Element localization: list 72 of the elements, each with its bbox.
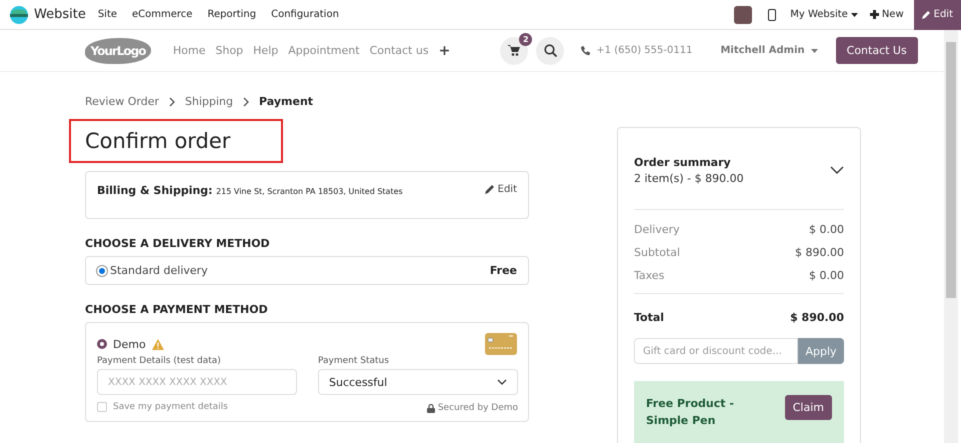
checkbox-label: Save my payment details	[113, 402, 228, 412]
search-button[interactable]	[536, 36, 564, 64]
cart-icon	[508, 45, 520, 56]
delivery-name: Standard delivery	[110, 264, 209, 277]
scrollbar-thumb[interactable]	[946, 42, 956, 298]
mobile-icon	[768, 8, 776, 20]
website-switcher[interactable]: My Website	[788, 9, 860, 20]
search-icon	[544, 44, 557, 57]
total-value: $ 890.00	[790, 311, 844, 324]
app-logo-icon	[10, 6, 28, 24]
secured-by-text: Secured by Demo	[438, 403, 518, 413]
field-label: Payment Status	[318, 356, 390, 366]
delivery-option[interactable]: Standard delivery Free	[85, 256, 529, 285]
scrollbar[interactable]	[944, 30, 958, 443]
add-menu-link[interactable]: +	[438, 44, 450, 58]
breadcrumb-item[interactable]: Review Order	[85, 95, 160, 108]
cart-count-badge: 2	[519, 32, 532, 46]
page-title: Confirm order	[85, 128, 232, 155]
chevron-right-icon	[169, 96, 176, 106]
nav-link[interactable]: Help	[253, 44, 278, 58]
app-name: Website	[34, 7, 86, 22]
total-label: Total	[634, 311, 664, 324]
phone-number: +1 (650) 555-0111	[596, 45, 692, 56]
checkbox[interactable]	[97, 402, 107, 412]
summary-title: Order summary	[634, 156, 732, 169]
user-menu[interactable]: Mitchell Admin	[714, 44, 824, 57]
breadcrumb-item[interactable]: Payment	[259, 95, 314, 108]
summary-value: $ 0.00	[809, 269, 844, 282]
caret-icon	[810, 48, 818, 52]
address-text: Billing & Shipping: 215 Vine St, Scranton PA 18503, United States	[97, 184, 403, 199]
chevron-down-icon	[830, 166, 844, 174]
payment-method-name: Demo	[113, 338, 146, 350]
menu-item[interactable]: eCommerce	[132, 9, 192, 20]
section-heading: CHOOSE A PAYMENT METHOD	[85, 303, 269, 316]
card-number-field[interactable]: XXXX XXXX XXXX XXXX	[97, 369, 297, 395]
plus-icon	[870, 10, 879, 19]
avatar-icon	[734, 6, 752, 24]
nav-link[interactable]: Home	[173, 44, 206, 58]
payment-status-dropdown[interactable]: Successful	[318, 369, 518, 395]
summary-label: Subtotal	[634, 246, 680, 259]
edit-button[interactable]: Edit	[914, 0, 961, 30]
item-count: 2 item(s) - $ 890.00	[634, 172, 744, 185]
menu-item[interactable]: Site	[98, 9, 118, 20]
menu-item[interactable]: Configuration	[271, 9, 339, 20]
nav-link[interactable]: Contact us	[370, 44, 429, 58]
nav-link[interactable]: Shop	[215, 44, 244, 58]
radio-button[interactable]	[97, 339, 107, 349]
lock-icon	[426, 404, 435, 412]
chevron-down-icon	[497, 379, 507, 385]
nav-link[interactable]: Appointment	[288, 44, 360, 58]
reward-title: Free Product - Simple Pen	[646, 396, 735, 429]
field-label: Payment Details (test data)	[97, 356, 222, 366]
breadcrumb-item[interactable]: Shipping	[185, 95, 234, 108]
discount-code-field[interactable]: Gift card or discount code...	[634, 338, 798, 364]
pencil-icon	[484, 184, 495, 194]
contact-us-button[interactable]: Contact Us	[836, 37, 918, 64]
summary-label: Delivery	[634, 223, 680, 236]
chevron-right-icon	[243, 96, 250, 106]
edit-address-link[interactable]: Edit	[484, 184, 517, 206]
warning-icon	[152, 338, 164, 350]
credit-card-icon	[485, 333, 517, 355]
menu-item[interactable]: Reporting	[207, 9, 256, 20]
pencil-icon	[922, 10, 931, 19]
caret-icon	[850, 12, 858, 16]
new-button[interactable]: New	[868, 9, 906, 20]
summary-value: $ 0.00	[809, 223, 844, 236]
summary-value: $ 890.00	[795, 246, 844, 259]
summary-label: Taxes	[634, 269, 664, 282]
claim-button[interactable]: Claim	[784, 395, 832, 420]
delivery-price: Free	[490, 264, 517, 277]
section-heading: CHOOSE A DELIVERY METHOD	[85, 237, 271, 250]
phone-icon	[580, 46, 590, 56]
